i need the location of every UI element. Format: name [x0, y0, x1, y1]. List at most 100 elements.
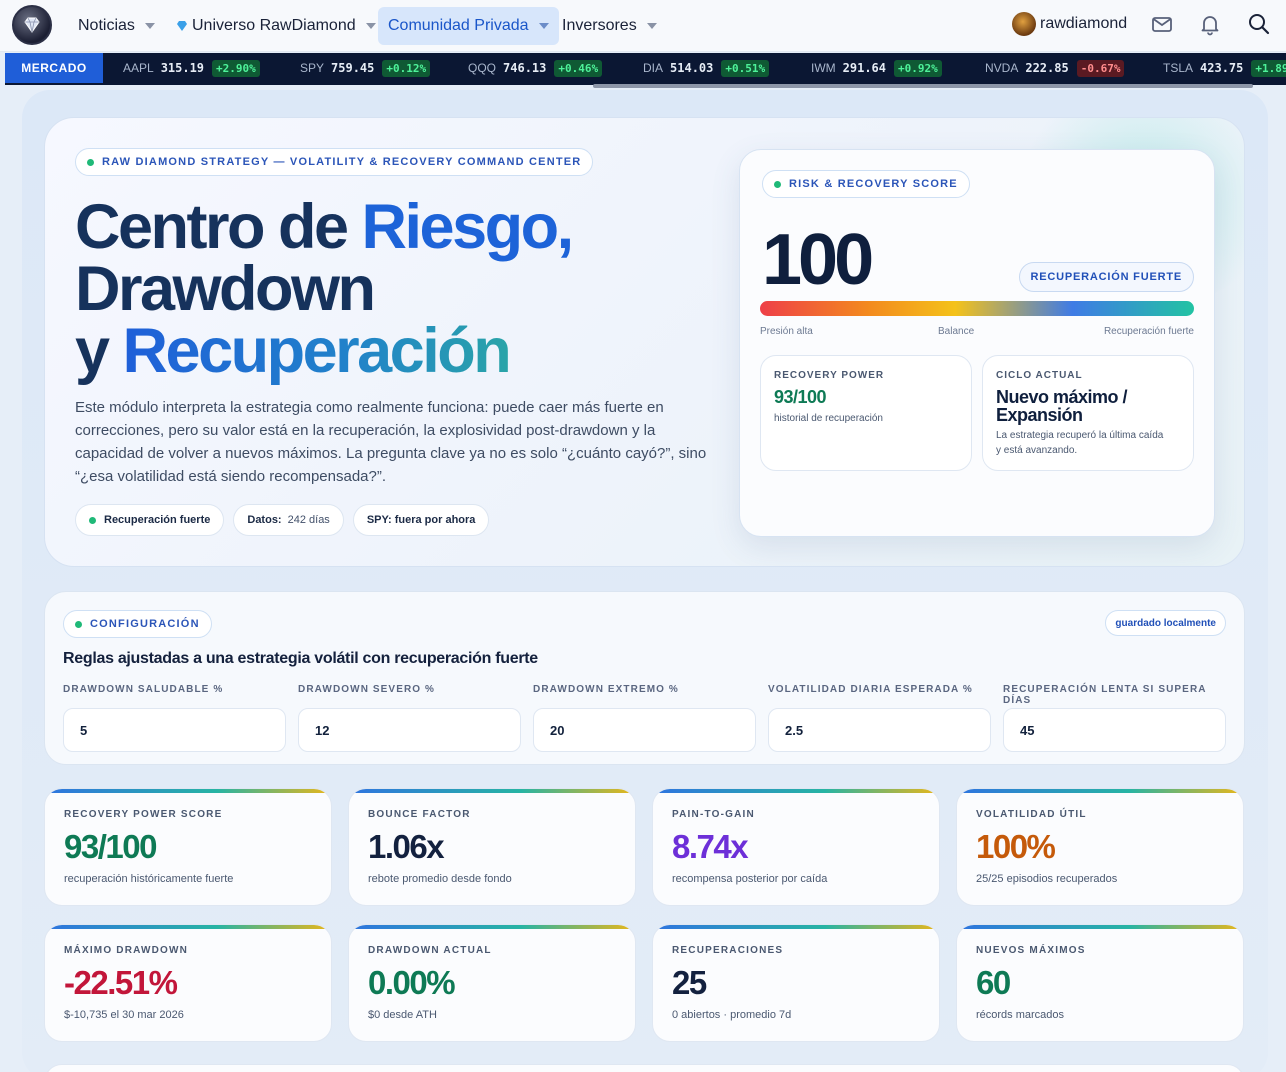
kpi-sub: 0 abiertos · promedio 7d [672, 1009, 792, 1021]
config-badge-label: CONFIGURACIÓN [90, 618, 200, 630]
user-menu[interactable]: rawdiamond [1012, 12, 1127, 36]
mini-value: 93/100 [774, 387, 827, 407]
score-badge: RISK & RECOVERY SCORE [762, 170, 970, 198]
config-panel: CONFIGURACIÓN guardado localmente Reglas… [44, 591, 1245, 765]
title-part: Riesgo, [361, 192, 575, 262]
strategy-badge-label: RAW DIAMOND STRATEGY — VOLATILITY & RECO… [102, 156, 582, 168]
healthy-drawdown-field: DRAWDOWN SALUDABLE % 5 [63, 684, 286, 752]
ticker-item[interactable]: NVDA 222.85 -0.67% [985, 53, 1125, 83]
slow-recovery-input[interactable]: 45 [1003, 708, 1226, 752]
nav-inversores[interactable]: Inversores [552, 7, 667, 45]
ticker-item[interactable]: QQQ 746.13 +0.46% [468, 53, 603, 83]
market-ticker: MERCADO AAPL 315.19 +2.90% SPY 759.45 +0.12%… [5, 53, 1286, 85]
score-gradient-bar [760, 301, 1194, 316]
mail-icon[interactable] [1150, 12, 1174, 36]
score-status-badge: RECUPERACIÓN FUERTE [1018, 262, 1194, 292]
current-cycle-card: CICLO ACTUAL Nuevo máximo / Expansión La… [982, 355, 1194, 471]
nav-label: Universo RawDiamond [192, 17, 356, 34]
username: rawdiamond [1040, 15, 1128, 32]
nav-label: Inversores [562, 17, 637, 34]
chevron-down-icon [144, 23, 155, 29]
field-label: DRAWDOWN SEVERO % [298, 684, 436, 695]
kpi-value: 1.06x [368, 828, 445, 865]
healthy-drawdown-input[interactable]: 5 [63, 708, 286, 752]
top-navbar: Noticias Universo RawDiamond Comunidad P… [0, 0, 1286, 52]
kpi-value: 25 [672, 964, 707, 1001]
ticker-price: 291.64 [842, 61, 887, 75]
chip-label: Recuperación fuerte [104, 514, 211, 526]
ticker-price: 746.13 [503, 61, 547, 75]
kpi-card-max-drawdown: MÁXIMO DRAWDOWN -22.51% $-10,735 el 30 m… [44, 924, 332, 1042]
daily-volatility-input[interactable]: 2.5 [768, 708, 991, 752]
mini-label: CICLO ACTUAL [996, 370, 1083, 381]
title-part: y [75, 316, 123, 386]
kpi-card-useful-volatility: VOLATILIDAD ÚTIL 100% 25/25 episodios re… [956, 788, 1244, 906]
ticker-symbol: QQQ [468, 61, 497, 75]
severe-drawdown-input[interactable]: 12 [298, 708, 521, 752]
hero-chips: Recuperación fuerte Datos: 242 días SPY: … [75, 504, 490, 536]
bell-icon[interactable] [1198, 12, 1222, 36]
kpi-sub: récords marcados [976, 1009, 1065, 1021]
kpi-label: BOUNCE FACTOR [368, 809, 471, 820]
search-icon[interactable] [1247, 12, 1271, 36]
kpi-label: VOLATILIDAD ÚTIL [976, 809, 1087, 820]
ticker-change: +0.46% [554, 59, 603, 77]
ticker-price: 759.45 [331, 61, 375, 75]
strategy-badge: RAW DIAMOND STRATEGY — VOLATILITY & RECO… [75, 148, 594, 176]
bar-label-right: Recuperación fuerte [1103, 326, 1194, 337]
ticker-item[interactable]: TSLA 423.75 +1.89% [1163, 53, 1286, 83]
chevron-down-icon [646, 23, 657, 29]
kpi-sub: recompensa posterior por caída [672, 873, 828, 885]
hero-panel: RAW DIAMOND STRATEGY — VOLATILITY & RECO… [44, 117, 1245, 567]
ticker-item[interactable]: SPY 759.45 +0.12% [300, 53, 431, 83]
chip-value: 242 días [287, 514, 330, 526]
chip-label: SPY: fuera por ahora [366, 514, 476, 526]
kpi-value: 8.74x [672, 828, 749, 865]
nav-comunidad-privada[interactable]: Comunidad Privada [378, 7, 559, 45]
kpi-value: 60 [976, 964, 1011, 1001]
field-label: DRAWDOWN SALUDABLE % [63, 684, 224, 695]
kpi-label: DRAWDOWN ACTUAL [368, 945, 492, 956]
recovery-power-card: RECOVERY POWER 93/100 historial de recup… [760, 355, 972, 471]
title-part: Centro de [75, 192, 362, 262]
status-dot [87, 158, 94, 166]
ticker-price: 514.03 [670, 61, 714, 75]
ticker-price: 423.75 [1200, 61, 1244, 75]
title-part: Drawdown [75, 254, 376, 324]
ticker-symbol: SPY [300, 61, 325, 75]
avatar [1012, 12, 1036, 36]
diamond-logo[interactable] [12, 5, 52, 45]
ticker-item[interactable]: DIA 514.03 +0.51% [643, 53, 770, 83]
slow-recovery-field: RECUPERACIÓN LENTA SI SUPERA DÍAS 45 [1003, 684, 1226, 752]
chevron-down-icon [538, 23, 549, 29]
field-label: DRAWDOWN EXTREMO % [533, 684, 679, 695]
field-label: RECUPERACIÓN LENTA SI SUPERA DÍAS [1003, 684, 1207, 706]
ticker-symbol: IWM [811, 61, 836, 75]
risk-score-card: RISK & RECOVERY SCORE 100 RECUPERACIÓN F… [739, 149, 1215, 537]
hero-description: Este módulo interpreta la estrategia com… [75, 399, 707, 485]
ticker-item[interactable]: IWM 291.64 +0.92% [811, 53, 942, 83]
ticker-change: +0.92% [894, 59, 942, 77]
nav-noticias[interactable]: Noticias [68, 7, 165, 45]
status-dot [75, 620, 82, 628]
nav-universo[interactable]: Universo RawDiamond [166, 7, 386, 45]
ticker-price: 222.85 [1025, 61, 1069, 75]
kpi-label: NUEVOS MÁXIMOS [976, 945, 1086, 956]
kpi-card-recovery-power: RECOVERY POWER SCORE 93/100 recuperación… [44, 788, 332, 906]
status-dot [89, 516, 96, 524]
ticker-change: +1.89% [1251, 59, 1286, 77]
title-part: Recuperación [122, 316, 512, 386]
kpi-value: -22.51% [64, 964, 178, 1001]
ticker-item[interactable]: AAPL 315.19 +2.90% [123, 53, 260, 83]
bar-label-mid: Balance [938, 326, 975, 337]
kpi-sub: recuperación históricamente fuerte [64, 873, 234, 885]
ticker-symbol: AAPL [123, 61, 154, 75]
next-section-card [44, 1064, 1245, 1072]
kpi-label: MÁXIMO DRAWDOWN [64, 945, 189, 956]
horizontal-scrollbar[interactable] [593, 84, 1253, 88]
kpi-value: 0.00% [368, 964, 456, 1001]
extreme-drawdown-input[interactable]: 20 [533, 708, 756, 752]
field-label: VOLATILIDAD DIARIA ESPERADA % [768, 684, 973, 695]
nav-label: Comunidad Privada [388, 17, 529, 34]
ticker-symbol: TSLA [1163, 61, 1194, 75]
